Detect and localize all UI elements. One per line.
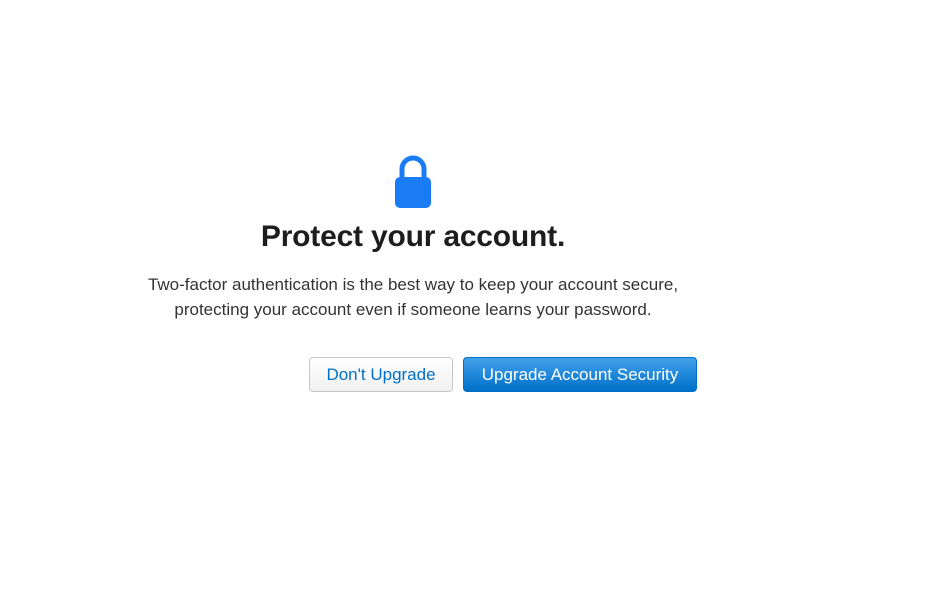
description-line-2: protecting your account even if someone … — [174, 300, 652, 319]
description-text: Two-factor authentication is the best wa… — [0, 272, 826, 322]
upgrade-security-page: Protect your account. Two-factor authent… — [0, 0, 930, 615]
lock-icon — [395, 155, 431, 208]
page-title: Protect your account. — [260, 220, 566, 253]
dont-upgrade-button[interactable]: Don't Upgrade — [309, 357, 453, 392]
description-line-1: Two-factor authentication is the best wa… — [147, 275, 679, 294]
upgrade-account-security-button[interactable]: Upgrade Account Security — [463, 357, 697, 392]
